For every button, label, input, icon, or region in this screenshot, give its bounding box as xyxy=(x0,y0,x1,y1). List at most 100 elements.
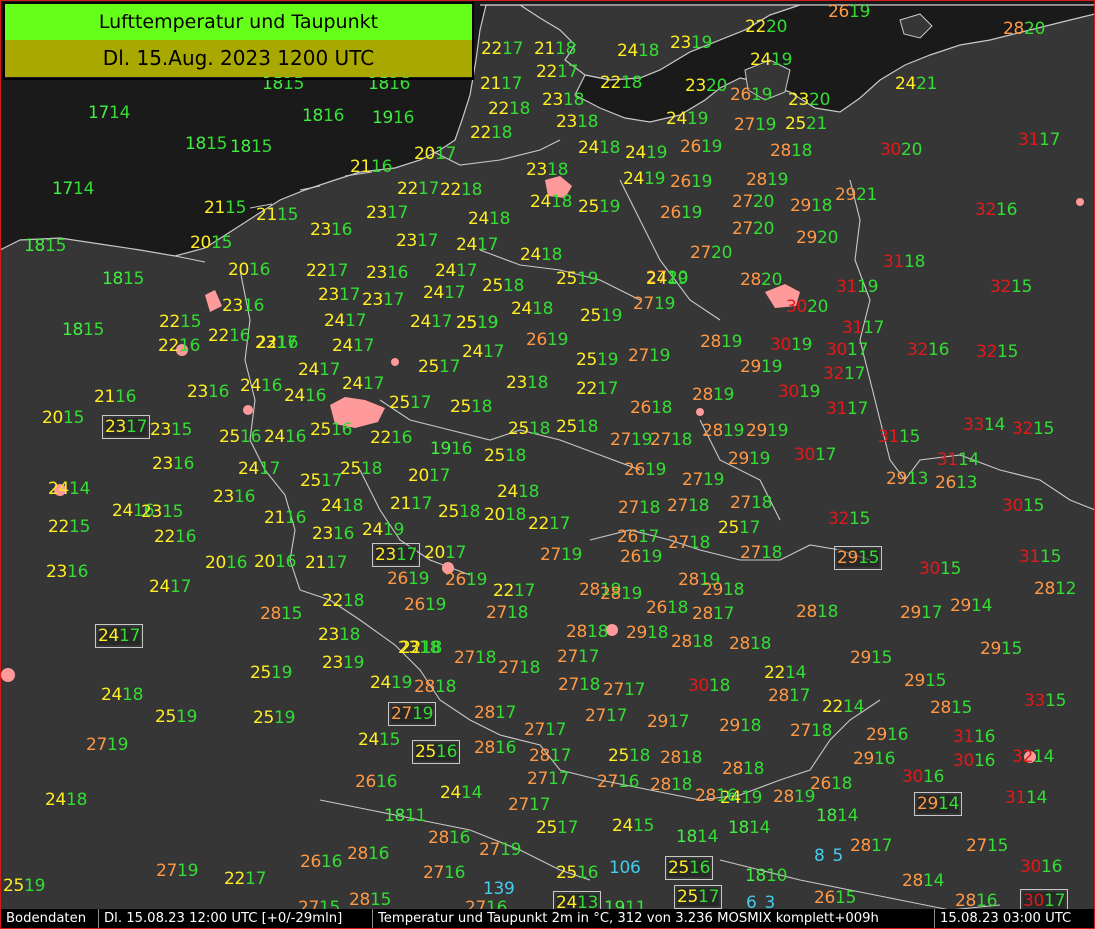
station-temperature: 25 xyxy=(253,708,275,728)
station-temperature: 32 xyxy=(1012,747,1034,767)
station-dewpoint: 18 xyxy=(507,603,529,623)
station-temperature: 23 xyxy=(375,545,397,565)
station-label: 2819 xyxy=(773,788,815,806)
station-temperature: 24 xyxy=(321,496,343,516)
station-label: 2116 xyxy=(264,509,306,527)
station-temperature: 24 xyxy=(530,192,552,212)
station-temperature: 26 xyxy=(670,172,692,192)
station-label: 3115 xyxy=(1019,548,1061,566)
station-dewpoint: 19 xyxy=(667,269,689,289)
station-dewpoint: 18 xyxy=(689,533,711,553)
station-temperature: 27 xyxy=(650,430,672,450)
station-label: 3216 xyxy=(907,341,949,359)
station-label: 2719 xyxy=(633,295,675,313)
station-label: 1815 xyxy=(185,135,227,153)
station-dewpoint: 14 xyxy=(73,179,95,199)
station-temperature: 18 xyxy=(745,866,767,886)
station-temperature: 30 xyxy=(953,751,975,771)
station-label: 2619 xyxy=(670,173,712,191)
station-temperature: 23 xyxy=(318,625,340,645)
station-label: 2817 xyxy=(850,837,892,855)
station-dewpoint: 18 xyxy=(527,373,549,393)
station-temperature: 23 xyxy=(366,203,388,223)
station-label: 2918 xyxy=(719,717,761,735)
station-dewpoint: 14 xyxy=(984,415,1006,435)
station-label: 2214 xyxy=(822,698,864,716)
station-label: 2818 xyxy=(722,760,764,778)
station-dewpoint: 19 xyxy=(644,169,666,189)
station-dewpoint: 14 xyxy=(971,596,993,616)
station-temperature: 28 xyxy=(740,270,762,290)
station-dewpoint: 17 xyxy=(668,712,690,732)
station-label: 2317 xyxy=(396,232,438,250)
station-temperature: 25 xyxy=(580,306,602,326)
station-label: 2517 xyxy=(673,885,723,909)
station-dewpoint: 13 xyxy=(956,473,978,493)
station-dewpoint: 19 xyxy=(408,569,430,589)
station-label: 2719 xyxy=(628,347,670,365)
station-dewpoint: 16 xyxy=(391,428,413,448)
station-dewpoint: 19 xyxy=(631,430,653,450)
station-label: 2317 xyxy=(366,204,408,222)
station-dewpoint: 16 xyxy=(275,552,297,572)
station-temperature: 23 xyxy=(362,290,384,310)
station-label: 2016 xyxy=(254,553,296,571)
station-temperature: 21 xyxy=(390,494,412,514)
station-temperature: 21 xyxy=(480,74,502,94)
station-label: 1714 xyxy=(52,180,94,198)
station-temperature: 28 xyxy=(650,775,672,795)
station-dewpoint: 19 xyxy=(621,584,643,604)
station-dewpoint: 14 xyxy=(923,871,945,891)
station-dewpoint: 19 xyxy=(641,547,663,567)
station-label: 2619 xyxy=(624,461,666,479)
station-temperature: 27 xyxy=(732,219,754,239)
station-temperature: 23 xyxy=(141,502,163,522)
station-dewpoint: 17 xyxy=(545,720,567,740)
station-dewpoint: 16 xyxy=(226,553,248,573)
station-temperature: 28 xyxy=(692,604,714,624)
station-temperature: 25 xyxy=(578,197,600,217)
station-temperature: 27 xyxy=(628,346,650,366)
station-temperature: 26 xyxy=(617,527,639,547)
station-temperature: 27 xyxy=(730,493,752,513)
station-temperature: 25 xyxy=(576,350,598,370)
station-temperature: 24 xyxy=(298,360,320,380)
station-label: 2819 xyxy=(700,333,742,351)
station-label: 2819 xyxy=(702,422,744,440)
station-label: 2717 xyxy=(557,648,599,666)
station-label: 2518 xyxy=(438,503,480,521)
station-label: 2719 xyxy=(86,736,128,754)
station-dewpoint: 21 xyxy=(856,185,878,205)
station-dewpoint: 19 xyxy=(271,663,293,683)
station-temperature: 26 xyxy=(620,547,642,567)
station-dewpoint: 15 xyxy=(871,648,893,668)
station-dewpoint: 16 xyxy=(444,863,466,883)
station-temperature: 27 xyxy=(667,496,689,516)
station-temperature: 24 xyxy=(45,790,67,810)
station-label: 2517 xyxy=(300,472,342,490)
station-temperature: 24 xyxy=(264,427,286,447)
station-label: 2417 xyxy=(456,236,498,254)
station-label: 2116 xyxy=(350,158,392,176)
station-temperature: 24 xyxy=(332,336,354,356)
station-label: 2917 xyxy=(900,604,942,622)
station-dewpoint: 14 xyxy=(785,663,807,683)
station-temperature: 28 xyxy=(349,890,371,910)
station-temperature: 25 xyxy=(340,459,362,479)
station-label: 2716 xyxy=(597,773,639,791)
station-temperature: 28 xyxy=(746,170,768,190)
status-run: 15.08.23 03:00 UTC xyxy=(940,911,1072,926)
station-dewpoint: 14 xyxy=(843,697,865,717)
status-separator xyxy=(98,909,99,929)
station-dewpoint: 19 xyxy=(691,172,713,192)
station-label: 2518 xyxy=(340,460,382,478)
station-temperature: 27 xyxy=(603,680,625,700)
station-dewpoint: 17 xyxy=(483,342,505,362)
station-temperature: 22 xyxy=(493,581,515,601)
station-temperature: 20 xyxy=(228,260,250,280)
station-label: 2319 xyxy=(670,34,712,52)
station-label: 2217 xyxy=(397,180,439,198)
station-dewpoint: 15 xyxy=(206,134,228,154)
station-temperature: 20 xyxy=(414,144,436,164)
station-temperature: 24 xyxy=(612,816,634,836)
